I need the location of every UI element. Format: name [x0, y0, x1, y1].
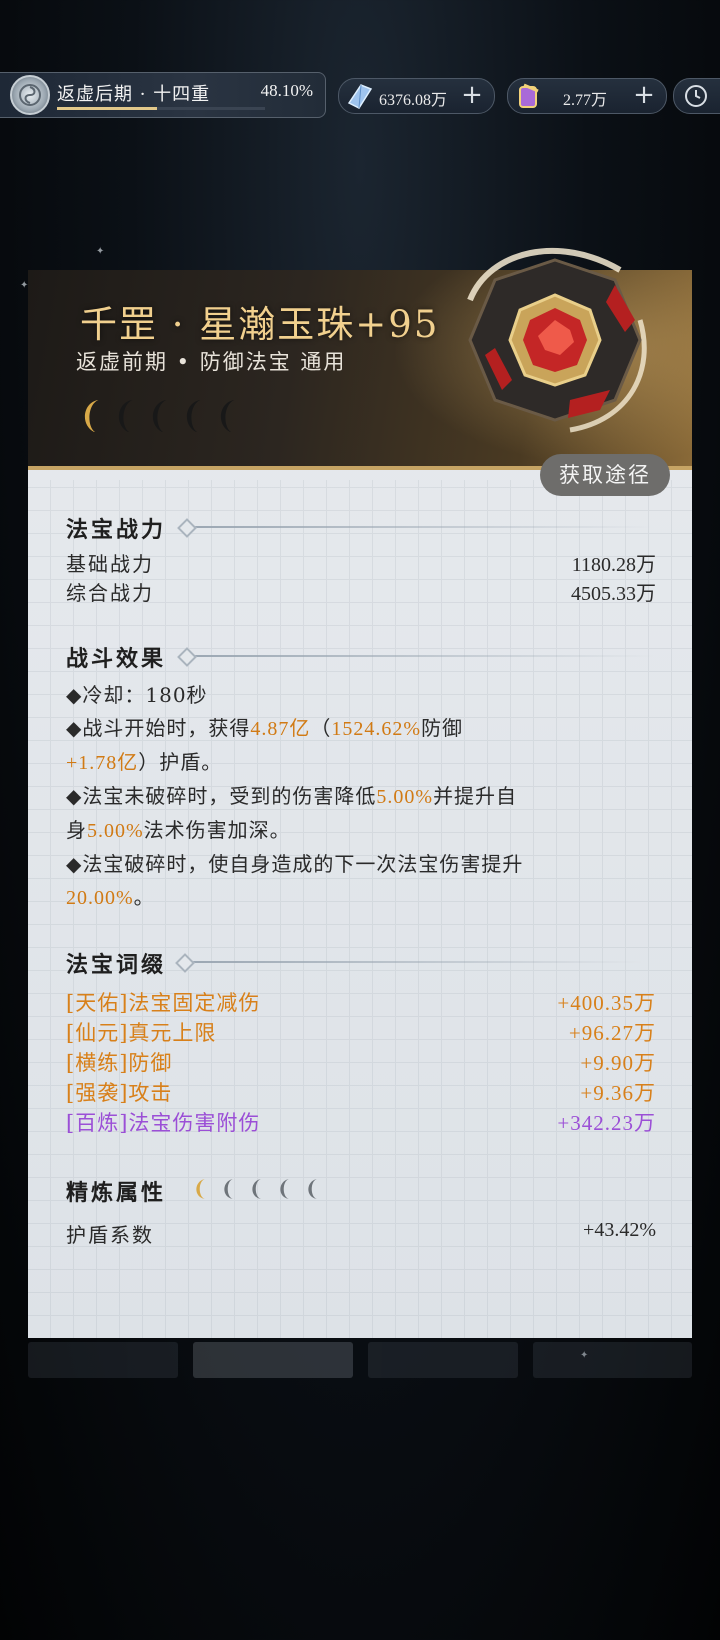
stat-row: 综合战力 4505.33万	[66, 577, 656, 606]
add-spirit-crystal-button[interactable]: +	[458, 80, 486, 110]
stat-label: 护盾系数	[66, 1223, 154, 1247]
effect-break-bonus: ◆法宝破碎时，使自身造成的下一次法宝伤害提升 20.00%。	[66, 852, 524, 909]
effect-cooldown: ◆冷却：180秒	[66, 683, 208, 707]
affix-row: [百炼]法宝伤害附伤 +342.23万	[66, 1111, 656, 1135]
crescent-moon-icon	[180, 400, 210, 432]
top-resource-bar: 返虚后期 · 十四重 48.10% 6376.08万 + 2.77万 +	[0, 72, 720, 118]
affix-row: [仙元]真元上限 +96.27万	[66, 1021, 656, 1045]
combat-effects-section: 战斗效果 ◆冷却：180秒 ◆战斗开始时，获得4.87亿（1524.62%防御 …	[66, 641, 656, 915]
stat-value: 1180.28万	[571, 554, 656, 576]
crescent-moon-icon	[112, 400, 142, 432]
clock-icon	[685, 85, 707, 107]
currency-scroll-token: 2.77万 +	[507, 78, 667, 114]
section-divider	[182, 961, 642, 963]
effect-shield: ◆战斗开始时，获得4.87亿（1524.62%防御 +1.78亿）护盾。	[66, 716, 464, 774]
stat-label: 基础战力	[66, 552, 154, 576]
refine-stat-row: 护盾系数 +43.42%	[66, 1219, 656, 1248]
clock-button[interactable]	[673, 78, 720, 114]
spirit-crystal-icon	[347, 84, 373, 109]
affix-title: 法宝词缀	[66, 952, 167, 978]
item-star-rating	[78, 400, 244, 432]
crescent-moon-icon	[214, 400, 244, 432]
spirit-crystal-amount: 6376.08万	[379, 92, 448, 109]
scroll-token-icon	[519, 83, 539, 108]
affix-row: [强袭]攻击 +9.36万	[66, 1081, 656, 1105]
refine-title: 精炼属性	[66, 1180, 167, 1206]
stat-row: 基础战力 1180.28万	[66, 548, 656, 577]
crescent-moon-icon	[224, 1179, 233, 1199]
realm-progress-percent: 48.10%	[260, 81, 313, 100]
section-title: 法宝词缀	[66, 947, 656, 978]
refine-section: 精炼属性 护盾系数 +43.42%	[66, 1175, 656, 1248]
item-subtitle: 返虚前期 • 防御法宝 通用	[76, 350, 347, 374]
crescent-moon-icon	[252, 1179, 261, 1199]
section-title: 精炼属性	[66, 1175, 656, 1206]
section-divider	[184, 526, 654, 528]
background-tab	[368, 1342, 518, 1378]
swirl-icon	[19, 84, 41, 106]
realm-progress-fill	[57, 107, 158, 110]
affix-row: [横练]防御 +9.90万	[66, 1051, 656, 1075]
item-title: 千罡 · 星瀚玉珠+95	[80, 303, 440, 346]
stat-value: 4505.33万	[571, 583, 656, 605]
background-tab	[28, 1342, 178, 1378]
affix-section: 法宝词缀 [天佑]法宝固定减伤 +400.35万 [仙元]真元上限 +96.27万 …	[66, 947, 656, 1137]
stat-label: 综合战力	[66, 581, 154, 605]
crescent-moon-icon	[78, 400, 108, 432]
stat-value: +43.42%	[583, 1219, 656, 1241]
crescent-moon-icon	[146, 400, 176, 432]
jade-orb-icon	[467, 247, 647, 433]
effect-damage-reduction: ◆法宝未破碎时，受到的伤害降低5.00%并提升自 身5.00%法术伤害加深。	[66, 784, 518, 842]
realm-avatar[interactable]	[10, 75, 50, 115]
background-tab	[533, 1342, 692, 1378]
realm-progress-bar	[57, 107, 265, 110]
acquisition-source-button[interactable]: 获取途径	[540, 454, 670, 496]
scroll-token-amount: 2.77万	[563, 92, 608, 109]
crescent-moon-icon	[280, 1179, 289, 1199]
refine-star-rating	[190, 1177, 324, 1201]
power-section: 法宝战力 基础战力 1180.28万 综合战力 4505.33万	[66, 512, 656, 606]
power-title: 法宝战力	[66, 517, 167, 543]
background-tab-bar	[28, 1342, 692, 1378]
add-scroll-token-button[interactable]: +	[630, 80, 658, 110]
affix-row: [天佑]法宝固定减伤 +400.35万	[66, 991, 656, 1015]
section-title: 法宝战力	[66, 512, 656, 543]
crescent-moon-icon	[196, 1179, 205, 1199]
realm-name: 返虚后期 · 十四重	[57, 84, 211, 105]
crescent-moon-icon	[308, 1179, 317, 1199]
section-title: 战斗效果	[66, 641, 656, 672]
section-divider	[184, 655, 654, 657]
sparkle-decoration: ✦	[96, 246, 105, 257]
cultivation-realm-panel[interactable]: 返虚后期 · 十四重 48.10%	[0, 72, 326, 118]
currency-spirit-crystal: 6376.08万 +	[338, 78, 495, 114]
combat-title: 战斗效果	[66, 646, 167, 672]
background-tab	[193, 1342, 353, 1378]
